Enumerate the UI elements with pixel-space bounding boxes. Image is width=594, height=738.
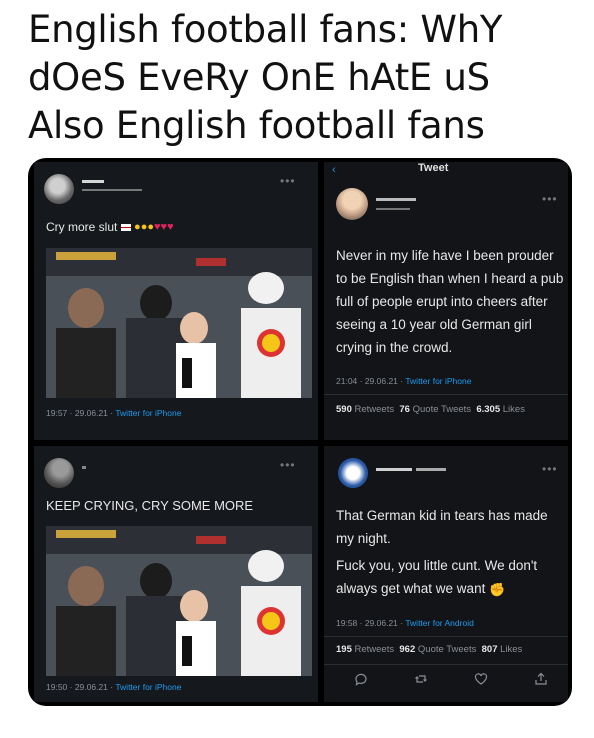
like-count[interactable]: 807 (482, 644, 498, 655)
reply-icon[interactable] (354, 672, 368, 686)
tweet-source-link[interactable]: Twitter for iPhone (115, 408, 181, 418)
tweet-stats: 590 Retweets 76 Quote Tweets 6.305 Likes (336, 404, 525, 415)
tweet-time: 19:58 · 29.06.21 · (336, 618, 406, 628)
like-icon[interactable] (474, 672, 488, 686)
tweet-text-content: Cry more slut (46, 220, 118, 234)
tweet-action-bar (354, 672, 548, 686)
redacted-handle (416, 468, 446, 471)
tweet-panel-1: ••• Cry more slut ●●●♥♥♥ 19:57 · 29.06.2… (34, 162, 318, 440)
redacted-handle (82, 189, 142, 191)
tweet-header-title: Tweet (418, 162, 449, 174)
tweet-panel-2: ‹ Tweet ••• Never in my life have I been… (324, 162, 568, 440)
like-label: Likes (500, 644, 523, 655)
divider (324, 664, 568, 665)
tweet-timestamp: 19:50 · 29.06.21 · Twitter for iPhone (46, 682, 181, 692)
crying-emoji: ● (134, 221, 141, 234)
quote-count[interactable]: 962 (399, 644, 415, 655)
caption-line-2: dOeS EveRy OnE hAtE uS (28, 56, 490, 99)
more-dots-icon[interactable]: ••• (542, 462, 558, 476)
crowd-photo-illustration (46, 248, 312, 398)
tweet-source-link[interactable]: Twitter for Android (405, 618, 474, 628)
tweet-text: Never in my life have I been prouder to … (336, 248, 564, 355)
tweet-panel-4: ••• That German kid in tears has made my… (324, 446, 568, 702)
screenshot-collage: ••• Cry more slut ●●●♥♥♥ 19:57 · 29.06.2… (28, 158, 572, 706)
tweet-photo[interactable] (46, 526, 312, 676)
tweet-photo[interactable] (46, 248, 312, 398)
crying-emoji: ● (140, 221, 148, 234)
tweet-time: 19:57 · 29.06.21 · (46, 408, 116, 418)
divider (324, 394, 568, 395)
tweet-panel-3: ••• KEEP CRYING, CRY SOME MORE 19:50 · 2… (34, 446, 318, 702)
crying-emoji: ● (147, 221, 154, 234)
caption-line-3: Also English football fans (28, 104, 485, 147)
redacted-handle (376, 208, 410, 210)
more-dots-icon[interactable]: ••• (280, 458, 296, 472)
share-icon[interactable] (534, 672, 548, 686)
tweet-time: 21:04 · 29.06.21 · (336, 376, 406, 386)
tweet-source-link[interactable]: Twitter for iPhone (405, 376, 471, 386)
tweet-source-link[interactable]: Twitter for iPhone (115, 682, 181, 692)
avatar[interactable] (44, 174, 74, 204)
tweet-text: Cry more slut ●●●♥♥♥ (46, 216, 174, 239)
caption-line-1: English football fans: WhY (28, 8, 503, 51)
retweet-count[interactable]: 590 (336, 404, 352, 415)
retweet-count[interactable]: 195 (336, 644, 352, 655)
tweet-time: 19:50 · 29.06.21 · (46, 682, 116, 692)
redacted-username (376, 468, 412, 471)
heart-emoji: ♥ (167, 221, 174, 234)
flag-emoji (120, 224, 131, 232)
like-count[interactable]: 6.305 (476, 404, 500, 415)
tweet-timestamp: 21:04 · 29.06.21 · Twitter for iPhone (336, 376, 471, 386)
redacted-username (82, 466, 86, 469)
tweet-text: KEEP CRYING, CRY SOME MORE (46, 498, 254, 513)
quote-label: Quote Tweets (417, 644, 477, 655)
crowd-photo-illustration (46, 526, 312, 676)
like-label: Likes (502, 404, 525, 415)
quote-count[interactable]: 76 (399, 404, 410, 415)
tweet-timestamp: 19:58 · 29.06.21 · Twitter for Android (336, 618, 474, 628)
avatar[interactable] (338, 458, 368, 488)
avatar[interactable] (44, 458, 74, 488)
meme-caption: English football fans: WhY dOeS EveRy On… (28, 6, 588, 150)
tweet-stats: 195 Retweets 962 Quote Tweets 807 Likes (336, 644, 522, 655)
retweet-label: Retweets (354, 644, 395, 655)
tweet-text-2-content: Fuck you, you little cunt. We don't alwa… (336, 558, 538, 596)
quote-label: Quote Tweets (412, 404, 472, 415)
redacted-username (376, 198, 416, 201)
avatar[interactable] (336, 188, 368, 220)
flexed-bicep-emoji: ✊ (489, 581, 506, 597)
retweet-label: Retweets (354, 404, 395, 415)
tweet-text-2: Fuck you, you little cunt. We don't alwa… (336, 554, 566, 601)
back-arrow-icon[interactable]: ‹ (332, 164, 336, 176)
redacted-username (82, 180, 104, 183)
retweet-icon[interactable] (414, 672, 428, 686)
tweet-timestamp: 19:57 · 29.06.21 · Twitter for iPhone (46, 408, 181, 418)
more-dots-icon[interactable]: ••• (280, 174, 296, 188)
divider (324, 636, 568, 637)
more-dots-icon[interactable]: ••• (542, 192, 558, 206)
tweet-text-1: That German kid in tears has made my nig… (336, 508, 548, 546)
